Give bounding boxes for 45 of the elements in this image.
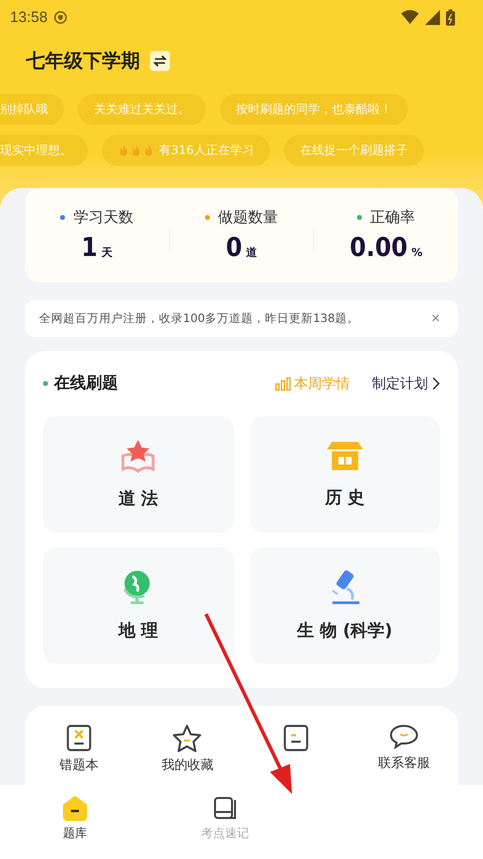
- stat-label: 正确率: [370, 208, 416, 226]
- star-book-icon: [119, 439, 158, 473]
- notice-text: 全网超百万用户注册，收录100多万道题，昨日更新138题。: [39, 311, 360, 326]
- bar-chart-icon: [275, 376, 291, 390]
- subject-tile[interactable]: 道 法: [43, 416, 234, 533]
- ticker-chip: 有316人正在学习: [102, 135, 270, 166]
- chevron-right-icon: [432, 377, 440, 390]
- tool-label[interactable]: 联系客服: [378, 754, 430, 772]
- stat-value: 0.00: [350, 232, 408, 262]
- section-title: 在线刷题: [54, 373, 118, 394]
- stat-unit: 天: [101, 244, 112, 260]
- bullet-icon: [43, 381, 48, 386]
- shield-icon: [54, 10, 67, 24]
- stat-unit: 道: [246, 244, 258, 260]
- subject-tile[interactable]: 生 物 (科学): [250, 547, 440, 664]
- ticker-chip: 别掉队哦: [0, 94, 64, 125]
- tool-label[interactable]: 我的收藏: [161, 756, 214, 774]
- tool-label[interactable]: 错题本: [60, 756, 99, 774]
- switch-icon[interactable]: [150, 51, 170, 71]
- star-icon[interactable]: [172, 724, 202, 752]
- nav-tab[interactable]: 题库: [0, 785, 150, 859]
- stat-value: 1: [81, 232, 98, 262]
- chat-icon[interactable]: [388, 724, 419, 750]
- subject-tile[interactable]: 历 史: [250, 416, 440, 533]
- wrong-book-icon[interactable]: [66, 724, 92, 752]
- book-icon: [212, 795, 238, 821]
- plan-link[interactable]: 制定计划: [372, 374, 440, 392]
- status-time: 13:58: [10, 8, 48, 26]
- wifi-icon: [401, 10, 419, 24]
- ticker-chip: 在线捉一个刷题搭子: [284, 135, 424, 166]
- stat-label: 学习天数: [73, 208, 134, 226]
- stat-unit: %: [412, 246, 423, 258]
- grade-title: 七年级下学期: [26, 49, 140, 74]
- home-icon: [62, 795, 88, 821]
- ticker-chip: 关关难过关关过。: [78, 94, 206, 125]
- ticker-chip: 按时刷题的同学，也泰酷啦！: [220, 94, 408, 125]
- close-button[interactable]: ×: [427, 310, 444, 327]
- note-icon[interactable]: [282, 724, 309, 752]
- stat-label: 做题数量: [218, 208, 278, 226]
- ticker-chip: 现实中理想。: [0, 135, 88, 166]
- signal-icon: [425, 10, 440, 24]
- temple-icon: [326, 440, 364, 472]
- battery-icon: [446, 8, 455, 26]
- stat-value: 0: [226, 232, 242, 262]
- subject-tile[interactable]: 地 理: [43, 547, 234, 664]
